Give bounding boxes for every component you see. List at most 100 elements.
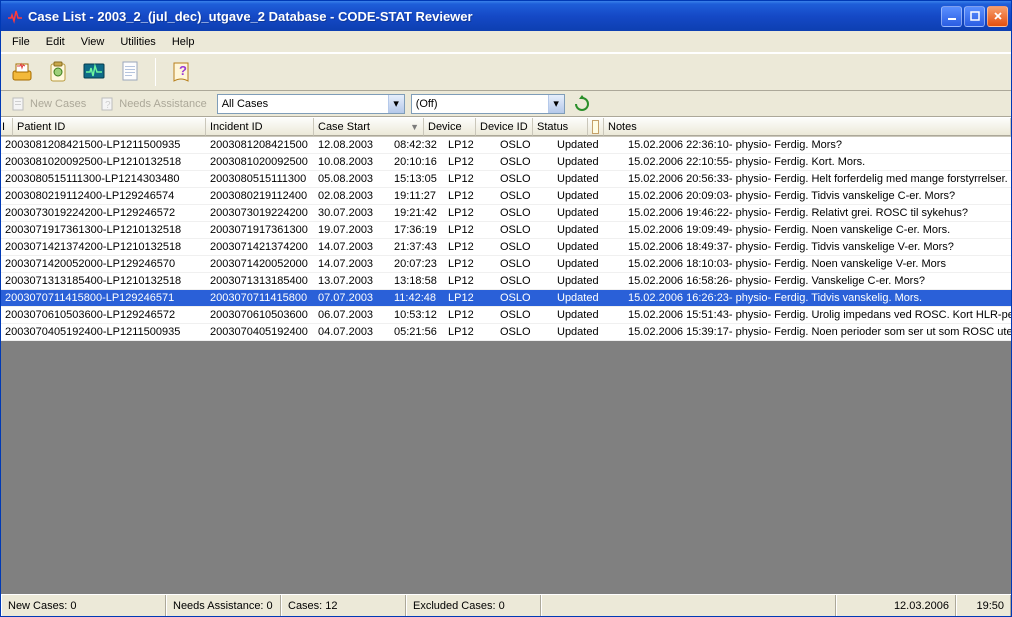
cell-note-flag bbox=[608, 205, 624, 221]
col-patient-id[interactable]: Patient ID bbox=[13, 118, 206, 136]
cell-case-time: 13:18:58 bbox=[390, 273, 444, 289]
table-row[interactable]: 2003081020092500-LP121013251820030810200… bbox=[1, 154, 1011, 171]
cell-device: LP12 bbox=[444, 154, 496, 170]
cell-status: Updated bbox=[553, 307, 608, 323]
cell-device: LP12 bbox=[444, 273, 496, 289]
cell-status: Updated bbox=[553, 222, 608, 238]
table-row[interactable]: 2003070405192400-LP121150093520030704051… bbox=[1, 324, 1011, 341]
cell-case-time: 20:07:23 bbox=[390, 256, 444, 272]
cell-incident-id: 2003071420052000 bbox=[206, 256, 314, 272]
table-row[interactable]: 2003080219112400-LP129246574200308021911… bbox=[1, 188, 1011, 205]
cell-case-time: 15:13:05 bbox=[390, 171, 444, 187]
needs-assistance-button[interactable]: ? Needs Assistance bbox=[96, 94, 210, 114]
col-device[interactable]: Device bbox=[424, 118, 476, 136]
clipboard-button[interactable] bbox=[43, 57, 73, 87]
cell-notes: 15.02.2006 15:51:43- physio- Ferdig. Uro… bbox=[624, 307, 1011, 323]
new-cases-button[interactable]: New Cases bbox=[7, 94, 90, 114]
monitor-button[interactable] bbox=[79, 57, 109, 87]
cell-patient-id: 2003080219112400-LP129246574 bbox=[1, 188, 206, 204]
cell-notes: 15.02.2006 16:26:23- physio- Ferdig. Tid… bbox=[624, 290, 1011, 306]
case-table: I Patient ID Incident ID Case Start ▼ Dev… bbox=[1, 117, 1011, 594]
maximize-button[interactable] bbox=[964, 6, 985, 27]
table-row[interactable]: 2003080515111300-LP121430348020030805151… bbox=[1, 171, 1011, 188]
table-body: 2003081208421500-LP121150093520030812084… bbox=[1, 137, 1011, 341]
cell-device-id: OSLO bbox=[496, 239, 553, 255]
cell-notes: 15.02.2006 20:56:33- physio- Ferdig. Hel… bbox=[624, 171, 1011, 187]
cell-incident-id: 2003080515111300 bbox=[206, 171, 314, 187]
cell-notes: 15.02.2006 19:09:49- physio- Ferdig. Noe… bbox=[624, 222, 1011, 238]
status-needs-assistance: Needs Assistance: 0 bbox=[166, 595, 281, 616]
table-row[interactable]: 2003081208421500-LP121150093520030812084… bbox=[1, 137, 1011, 154]
table-row[interactable]: 2003070610503600-LP129246572200307061050… bbox=[1, 307, 1011, 324]
cell-device: LP12 bbox=[444, 205, 496, 221]
cell-case-time: 21:37:43 bbox=[390, 239, 444, 255]
cell-note-flag bbox=[608, 256, 624, 272]
menu-help[interactable]: Help bbox=[165, 34, 202, 50]
cell-case-time: 11:42:48 bbox=[390, 290, 444, 306]
filter-dropdown-sort[interactable]: (Off) ▾ bbox=[411, 94, 565, 114]
refresh-button[interactable] bbox=[571, 93, 593, 115]
cell-device-id: OSLO bbox=[496, 154, 553, 170]
cell-status: Updated bbox=[553, 239, 608, 255]
cell-case-date: 12.08.2003 bbox=[314, 137, 390, 153]
cell-note-flag bbox=[608, 324, 624, 340]
cell-patient-id: 2003070405192400-LP1211500935 bbox=[1, 324, 206, 340]
table-row[interactable]: 2003071420052000-LP129246570200307142005… bbox=[1, 256, 1011, 273]
col-case-start[interactable]: Case Start ▼ bbox=[314, 118, 424, 136]
cell-device-id: OSLO bbox=[496, 137, 553, 153]
col-note-icon[interactable] bbox=[588, 118, 604, 136]
menu-utilities[interactable]: Utilities bbox=[113, 34, 162, 50]
menu-file[interactable]: File bbox=[5, 34, 37, 50]
cell-case-date: 04.07.2003 bbox=[314, 324, 390, 340]
table-row[interactable]: 2003070711415800-LP129246571200307071141… bbox=[1, 290, 1011, 307]
cell-notes: 15.02.2006 16:58:26- physio- Ferdig. Van… bbox=[624, 273, 1011, 289]
minimize-button[interactable] bbox=[941, 6, 962, 27]
cell-case-date: 02.08.2003 bbox=[314, 188, 390, 204]
filter-dropdown-cases-value: All Cases bbox=[218, 98, 388, 110]
cell-note-flag bbox=[608, 222, 624, 238]
titlebar: Case List - 2003_2_(jul_dec)_utgave_2 Da… bbox=[1, 1, 1011, 31]
cell-incident-id: 2003070610503600 bbox=[206, 307, 314, 323]
document-button[interactable] bbox=[115, 57, 145, 87]
cell-device-id: OSLO bbox=[496, 171, 553, 187]
table-header: I Patient ID Incident ID Case Start ▼ Dev… bbox=[1, 118, 1011, 137]
help-button[interactable]: ? bbox=[166, 57, 196, 87]
table-row[interactable]: 2003073019224200-LP129246572200307301922… bbox=[1, 205, 1011, 222]
close-button[interactable] bbox=[987, 6, 1008, 27]
menu-view[interactable]: View bbox=[74, 34, 112, 50]
status-cases: Cases: 12 bbox=[281, 595, 406, 616]
cell-incident-id: 2003070711415800 bbox=[206, 290, 314, 306]
toolbar: ? bbox=[1, 53, 1011, 91]
needs-assistance-label: Needs Assistance bbox=[119, 98, 206, 110]
cell-case-date: 30.07.2003 bbox=[314, 205, 390, 221]
col-device-id[interactable]: Device ID bbox=[476, 118, 533, 136]
cell-device: LP12 bbox=[444, 137, 496, 153]
col-case-start-label: Case Start bbox=[318, 121, 370, 133]
table-row[interactable]: 2003071313185400-LP121013251820030713131… bbox=[1, 273, 1011, 290]
status-spacer bbox=[541, 595, 836, 616]
cell-note-flag bbox=[608, 307, 624, 323]
cell-incident-id: 2003080219112400 bbox=[206, 188, 314, 204]
cell-device: LP12 bbox=[444, 222, 496, 238]
filter-dropdown-cases[interactable]: All Cases ▾ bbox=[217, 94, 405, 114]
cell-notes: 15.02.2006 20:09:03- physio- Ferdig. Tid… bbox=[624, 188, 1011, 204]
sort-desc-icon: ▼ bbox=[410, 122, 419, 132]
menu-edit[interactable]: Edit bbox=[39, 34, 72, 50]
table-row[interactable]: 2003071917361300-LP121013251820030719173… bbox=[1, 222, 1011, 239]
table-row[interactable]: 2003071421374200-LP121013251820030714213… bbox=[1, 239, 1011, 256]
app-icon bbox=[7, 8, 23, 24]
col-status[interactable]: Status bbox=[533, 118, 588, 136]
cell-notes: 15.02.2006 15:39:17- physio- Ferdig. Noe… bbox=[624, 324, 1011, 340]
cell-device: LP12 bbox=[444, 307, 496, 323]
print-button[interactable] bbox=[7, 57, 37, 87]
cell-status: Updated bbox=[553, 171, 608, 187]
cell-device-id: OSLO bbox=[496, 273, 553, 289]
chevron-down-icon: ▾ bbox=[388, 95, 404, 113]
cell-case-time: 20:10:16 bbox=[390, 154, 444, 170]
col-notes[interactable]: Notes bbox=[604, 118, 1011, 136]
col-incident-id[interactable]: Incident ID bbox=[206, 118, 314, 136]
col-flag[interactable]: I bbox=[1, 118, 13, 136]
cell-note-flag bbox=[608, 137, 624, 153]
cell-note-flag bbox=[608, 154, 624, 170]
cell-patient-id: 2003080515111300-LP1214303480 bbox=[1, 171, 206, 187]
